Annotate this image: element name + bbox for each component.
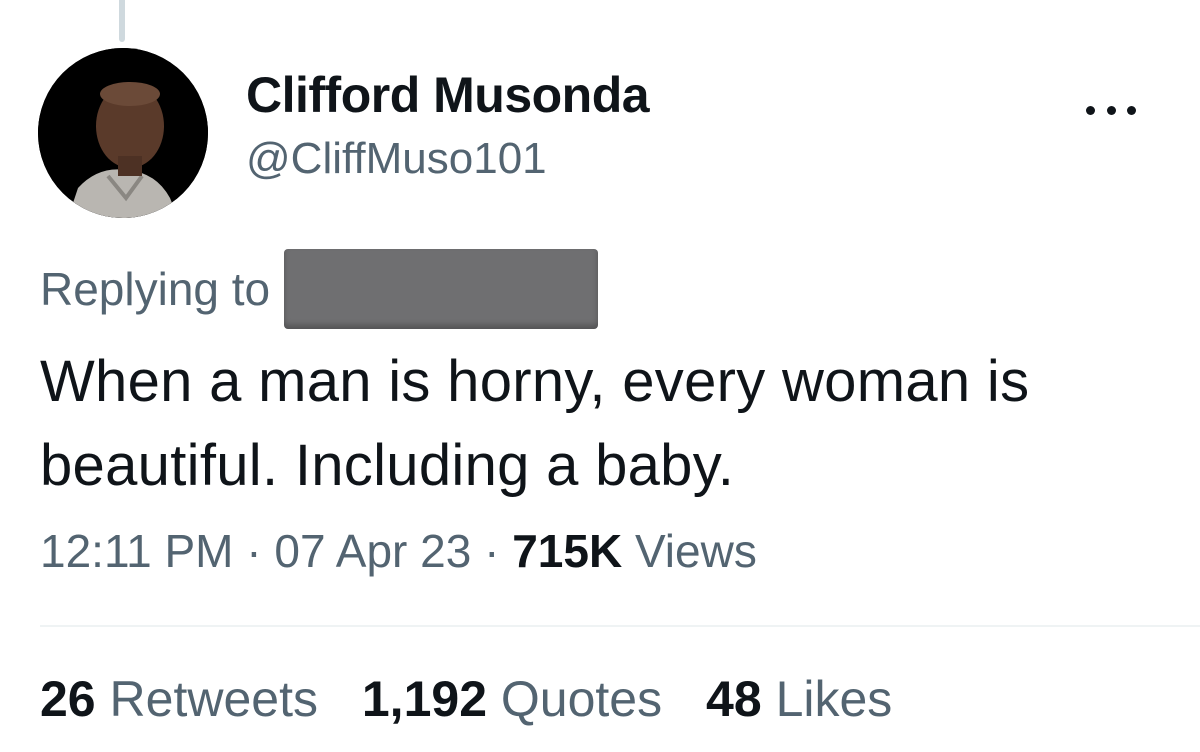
tweet-text: When a man is horny, every woman is beau… — [40, 349, 1030, 498]
avatar[interactable] — [38, 48, 208, 218]
tweet-time[interactable]: 12:11 PM — [40, 525, 233, 577]
likes-label: Likes — [775, 671, 893, 727]
thread-connector-line — [119, 0, 125, 42]
likes-count: 48 — [706, 671, 762, 727]
likes-stat[interactable]: 48 Likes — [706, 670, 892, 728]
retweets-label: Retweets — [109, 671, 318, 727]
author-handle[interactable]: @CliffMuso101 — [246, 134, 547, 184]
views-label: Views — [634, 525, 757, 577]
quotes-count: 1,192 — [361, 671, 487, 727]
redacted-username — [284, 249, 599, 329]
retweets-count: 26 — [40, 671, 96, 727]
more-options-icon[interactable] — [1086, 98, 1136, 122]
user-photo-icon — [38, 48, 208, 218]
author-display-name[interactable]: Clifford Musonda — [246, 66, 650, 124]
engagement-stats: 26 Retweets 1,192 Quotes 48 Likes — [40, 670, 922, 728]
retweets-stat[interactable]: 26 Retweets — [40, 670, 318, 728]
tweet-date[interactable]: 07 Apr 23 — [274, 525, 471, 577]
meta-separator: · — [246, 525, 262, 577]
quotes-label: Quotes — [500, 671, 663, 727]
views-count: 715K — [512, 525, 623, 577]
tweet-meta: 12:11 PM · 07 Apr 23 · 715K Views — [40, 524, 757, 578]
replying-to: Replying to — [40, 248, 599, 330]
divider — [40, 625, 1200, 627]
replying-to-label: Replying to — [40, 263, 271, 315]
meta-separator: · — [484, 525, 500, 577]
quotes-stat[interactable]: 1,192 Quotes — [362, 670, 662, 728]
